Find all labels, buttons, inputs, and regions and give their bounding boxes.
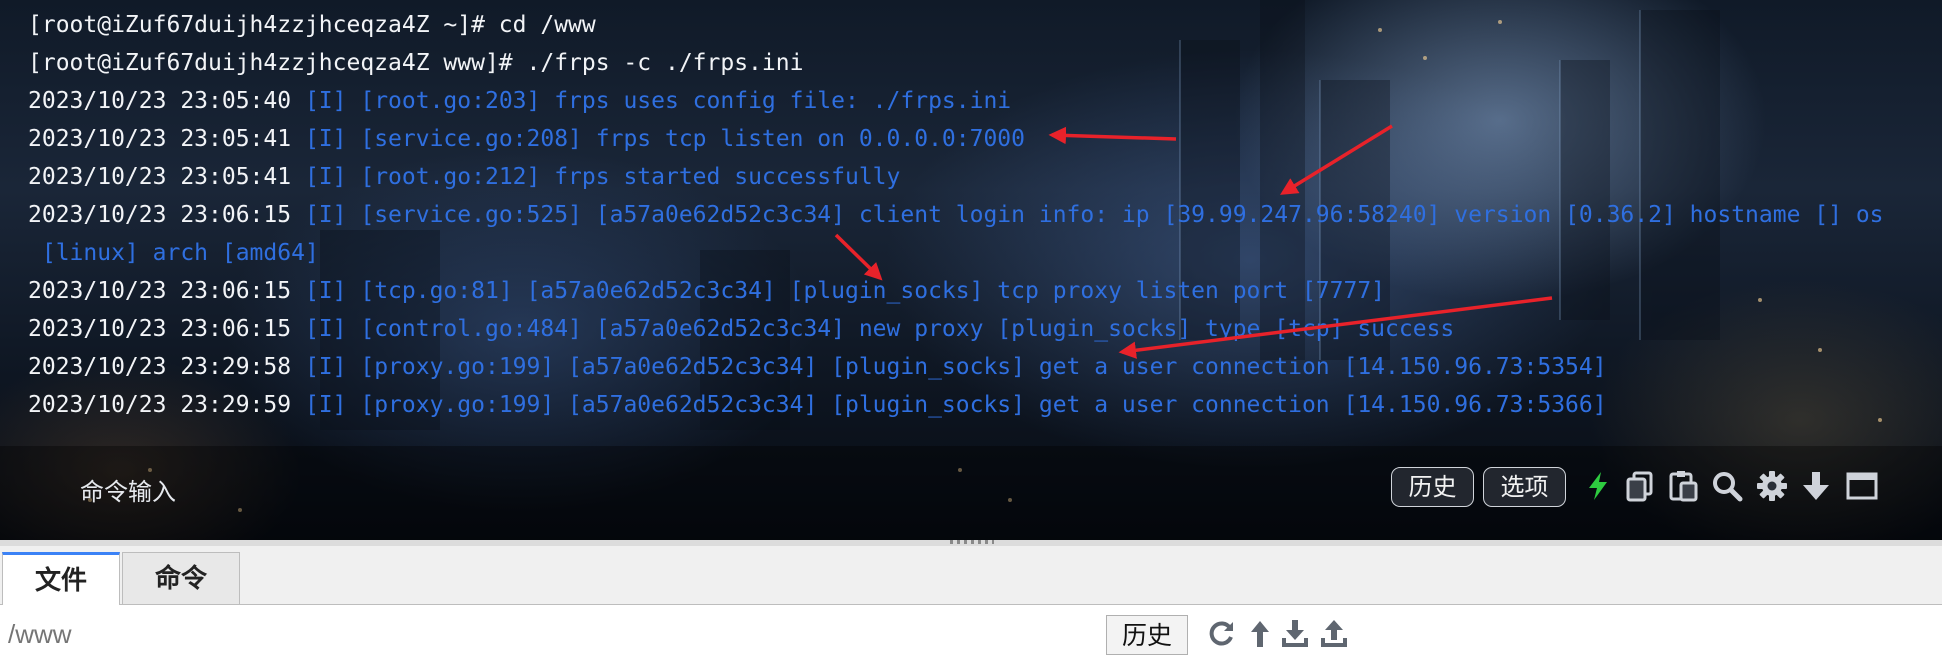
- terminal-panel[interactable]: [root@iZuf67duijh4zzjhceqza4Z ~]# cd /ww…: [0, 0, 1942, 540]
- history-button[interactable]: 历史: [1391, 467, 1474, 507]
- window-icon[interactable]: [1846, 470, 1878, 502]
- arrow-to-client-ip: [1280, 124, 1393, 195]
- copy-icon[interactable]: [1624, 470, 1656, 502]
- bottom-tab-bar: 文件 命令: [0, 546, 1942, 606]
- search-icon[interactable]: [1711, 470, 1743, 502]
- options-button[interactable]: 选项: [1483, 467, 1566, 507]
- splitter-grip[interactable]: [950, 540, 994, 544]
- download-arrow-icon[interactable]: [1800, 470, 1832, 502]
- download-icon[interactable]: [1280, 619, 1310, 649]
- annotation-arrows: [834, 124, 1553, 359]
- path-bar: 历史: [0, 605, 1942, 658]
- arrow-to-plugin-socks: [834, 233, 883, 281]
- gear-icon[interactable]: [1756, 470, 1788, 502]
- upload-icon[interactable]: [1319, 619, 1349, 649]
- tab-files[interactable]: 文件: [2, 552, 120, 606]
- lightning-icon[interactable]: [1582, 470, 1614, 502]
- path-history-button[interactable]: 历史: [1106, 615, 1188, 655]
- arrow-to-proxy-type: [1118, 296, 1553, 359]
- paste-icon[interactable]: [1667, 470, 1699, 502]
- refresh-icon[interactable]: [1206, 619, 1236, 649]
- arrow-to-listen-port: [1048, 126, 1177, 145]
- command-input-label[interactable]: 命令输入: [80, 472, 176, 507]
- path-input[interactable]: [6, 615, 1100, 653]
- tab-commands[interactable]: 命令: [122, 552, 240, 604]
- up-directory-icon[interactable]: [1245, 619, 1275, 649]
